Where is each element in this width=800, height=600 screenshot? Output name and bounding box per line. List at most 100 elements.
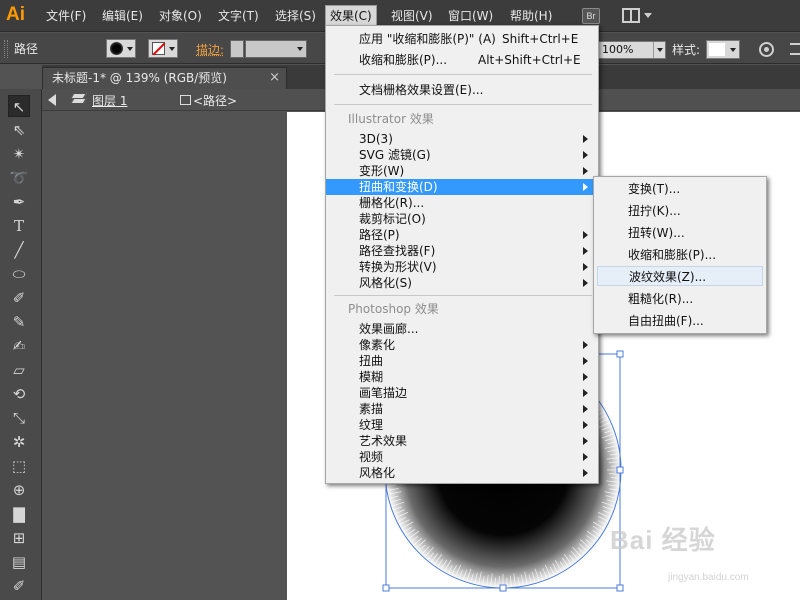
stroke-weight-field[interactable]: [245, 40, 307, 58]
menu-item-effect-gallery[interactable]: 效果画廊...: [326, 321, 598, 337]
menu-item-pathfinder[interactable]: 路径查找器(F): [326, 243, 598, 259]
menu-item-path[interactable]: 路径(P): [326, 227, 598, 243]
menu-item-sketch[interactable]: 素描: [326, 401, 598, 417]
menu-item-warp[interactable]: 变形(W): [326, 163, 598, 179]
style-label: 样式:: [672, 43, 701, 57]
eyedropper-tool-icon[interactable]: ✐: [8, 575, 30, 597]
gradient-fill-icon: [110, 42, 123, 55]
direct-selection-tool-icon[interactable]: ⇖: [8, 119, 30, 141]
menu-item-brush-strokes[interactable]: 画笔描边: [326, 385, 598, 401]
menu-item-texture[interactable]: 纹理: [326, 417, 598, 433]
menu-item-rasterize[interactable]: 栅格化(R)...: [326, 195, 598, 211]
style-preview: [709, 43, 725, 56]
raster-settings-item[interactable]: 文档栅格效果设置(E)...: [326, 82, 598, 98]
recolor-artwork-icon[interactable]: [759, 42, 774, 57]
eraser-tool-icon[interactable]: ▱: [8, 359, 30, 381]
menu-item-artistic[interactable]: 艺术效果: [326, 433, 598, 449]
last-effect-item[interactable]: 收缩和膨胀(P)... Alt+Shift+Ctrl+E: [326, 52, 598, 68]
menu-edit[interactable]: 编辑(E): [98, 6, 147, 26]
line-segment-tool-icon[interactable]: ╱: [8, 239, 30, 261]
menu-view[interactable]: 视图(V): [387, 6, 437, 26]
opacity-field[interactable]: 100%: [598, 41, 666, 59]
opacity-value: 100%: [602, 43, 634, 56]
submenu-item-roughen[interactable]: 粗糙化(R)...: [597, 289, 763, 309]
distort-transform-submenu: 变换(T)... 扭拧(K)... 扭转(W)... 收缩和膨胀(P)... 波…: [593, 176, 767, 334]
menu-file[interactable]: 文件(F): [42, 6, 90, 26]
menu-select[interactable]: 选择(S): [271, 6, 320, 26]
back-arrow-icon[interactable]: [48, 94, 56, 106]
menu-item-3d[interactable]: 3D(3): [326, 131, 598, 147]
last-effect-shortcut: Alt+Shift+Ctrl+E: [478, 53, 581, 67]
apply-last-effect-item[interactable]: 应用 "收缩和膨胀(P)" (A) Shift+Ctrl+E: [326, 31, 598, 47]
menu-item-convert-to-shape[interactable]: 转换为形状(V): [326, 259, 598, 275]
menu-item-video[interactable]: 视频: [326, 449, 598, 465]
stroke-swatch[interactable]: [148, 39, 178, 58]
menu-object[interactable]: 对象(O): [155, 6, 206, 26]
menu-item-blur[interactable]: 模糊: [326, 369, 598, 385]
warp-tool-icon[interactable]: ✲: [8, 431, 30, 453]
menu-item-pixelate[interactable]: 像素化: [326, 337, 598, 353]
no-stroke-icon: [152, 42, 165, 55]
menu-item-label: 模糊: [359, 370, 384, 384]
chevron-right-icon: [583, 341, 588, 349]
menu-effect[interactable]: 效果(C): [325, 5, 377, 27]
panel-menu-icon[interactable]: [790, 43, 800, 55]
menu-item-ps-stylize[interactable]: 风格化: [326, 465, 598, 481]
menu-help[interactable]: 帮助(H): [506, 6, 556, 26]
magic-wand-tool-icon[interactable]: ✴: [8, 143, 30, 165]
selection-tool-icon[interactable]: ↖: [8, 95, 30, 117]
pencil-tool-icon[interactable]: ✎: [8, 311, 30, 333]
menu-item-label: 艺术效果: [359, 434, 408, 448]
mesh-tool-icon[interactable]: ⊞: [8, 527, 30, 549]
pen-tool-icon[interactable]: ✒: [8, 191, 30, 213]
type-tool-icon[interactable]: T: [8, 215, 30, 237]
paintbrush-tool-icon[interactable]: ✐: [8, 287, 30, 309]
menu-window[interactable]: 窗口(W): [444, 6, 497, 26]
close-icon[interactable]: ×: [269, 68, 280, 88]
scale-tool-icon[interactable]: ⤡: [8, 407, 30, 429]
chevron-right-icon: [583, 183, 588, 191]
lasso-tool-icon[interactable]: ➰: [8, 167, 30, 189]
chevron-right-icon: [583, 469, 588, 477]
menu-item-label: 视频: [359, 450, 384, 464]
submenu-item-pucker-bloat[interactable]: 收缩和膨胀(P)...: [597, 245, 763, 265]
document-tab-title: 未标题-1* @ 139% (RGB/预览): [52, 71, 227, 85]
chevron-right-icon: [583, 231, 588, 239]
apply-last-effect-label: 应用 "收缩和膨胀(P)" (A): [359, 32, 496, 46]
selection-type-label: 路径: [14, 42, 39, 56]
submenu-item-free-distort[interactable]: 自由扭曲(F)...: [597, 311, 763, 331]
document-tab[interactable]: 未标题-1* @ 139% (RGB/预览) ×: [42, 67, 287, 89]
menu-type[interactable]: 文字(T): [214, 6, 263, 26]
free-transform-tool-icon[interactable]: ⬚: [8, 455, 30, 477]
ellipse-tool-icon[interactable]: ⬭: [8, 263, 30, 285]
menu-item-label: 素描: [359, 402, 384, 416]
arrange-documents-button[interactable]: [622, 8, 652, 24]
menu-item-stylize[interactable]: 风格化(S): [326, 275, 598, 291]
blob-brush-tool-icon[interactable]: ✍: [8, 335, 30, 357]
rotate-tool-icon[interactable]: ⟲: [8, 383, 30, 405]
submenu-item-twist[interactable]: 扭转(W)...: [597, 223, 763, 243]
path-icon: [180, 95, 191, 105]
submenu-item-transform[interactable]: 变换(T)...: [597, 179, 763, 199]
gradient-tool-icon[interactable]: ▤: [8, 551, 30, 573]
bridge-button[interactable]: Br: [582, 8, 600, 24]
fill-swatch[interactable]: [106, 39, 136, 58]
menu-item-crop-marks[interactable]: 裁剪标记(O): [326, 211, 598, 227]
panel-grip[interactable]: [4, 40, 8, 58]
submenu-item-zig-zag[interactable]: 波纹效果(Z)...: [597, 266, 763, 286]
shape-builder-tool-icon[interactable]: ⊕: [8, 479, 30, 501]
breadcrumb-object[interactable]: <路径>: [193, 92, 237, 109]
column-graph-tool-icon[interactable]: ▇: [8, 503, 30, 525]
menu-item-distort-transform[interactable]: 扭曲和变换(D): [326, 179, 598, 195]
graphic-style-swatch[interactable]: [706, 40, 740, 59]
menu-item-svg-filters[interactable]: SVG 滤镜(G): [326, 147, 598, 163]
submenu-item-tweak[interactable]: 扭拧(K)...: [597, 201, 763, 221]
watermark-url: jingyan.baidu.com: [668, 572, 749, 583]
breadcrumb-layer[interactable]: 图层 1: [92, 92, 127, 109]
chevron-right-icon: [583, 135, 588, 143]
chevron-right-icon: [583, 453, 588, 461]
stroke-weight-stepper[interactable]: [230, 40, 244, 58]
menu-item-distort[interactable]: 扭曲: [326, 353, 598, 369]
stroke-label[interactable]: 描边:: [196, 41, 224, 58]
illustrator-effects-header: Illustrator 效果: [348, 112, 434, 126]
